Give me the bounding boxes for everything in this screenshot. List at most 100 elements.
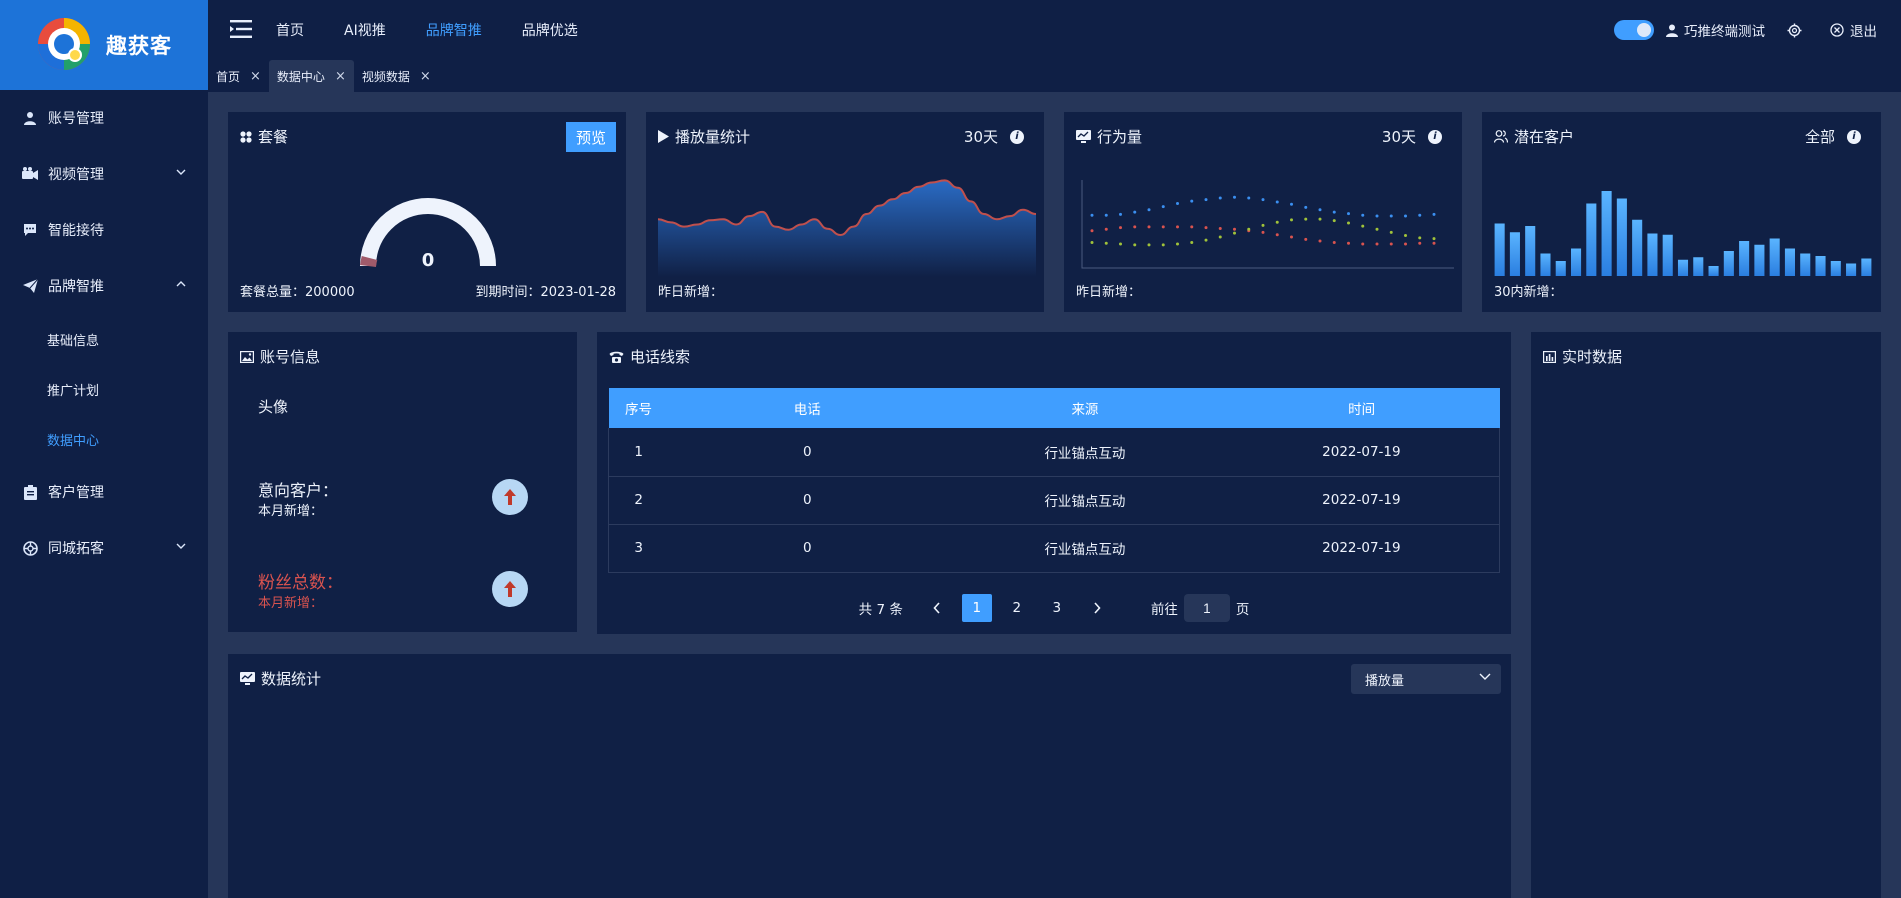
paper-plane-icon <box>22 278 38 294</box>
sidebar-item-reception[interactable]: 智能接待 <box>0 202 208 258</box>
metric-select[interactable]: 播放量 <box>1351 664 1501 694</box>
bar <box>1723 251 1734 276</box>
sidebar-item-local-expansion[interactable]: 同城拓客 <box>0 520 208 576</box>
cell: 0 <box>668 524 947 573</box>
sidebar-item-account[interactable]: 账号管理 <box>0 90 208 146</box>
cell: 行业锚点互动 <box>946 428 1224 477</box>
data-point <box>1119 226 1122 230</box>
prev-page-button[interactable] <box>922 594 952 622</box>
bar-chart-icon <box>1543 350 1556 363</box>
cell: 2022-07-19 <box>1223 524 1500 573</box>
nav-brand-push[interactable]: 品牌智推 <box>426 20 482 40</box>
column-header: 时间 <box>1223 388 1500 428</box>
theme-toggle[interactable] <box>1614 20 1654 40</box>
data-point <box>1133 243 1137 247</box>
page-3-button[interactable]: 3 <box>1042 594 1072 622</box>
gauge-value: 0 <box>422 250 435 268</box>
column-header: 序号 <box>608 388 669 428</box>
bar <box>1647 233 1658 276</box>
users-icon <box>1494 130 1508 143</box>
data-point <box>1190 199 1194 203</box>
sidebar-item-video[interactable]: 视频管理 <box>0 146 208 202</box>
sidebar-subitem-promotion-plan[interactable]: 推广计划 <box>0 364 208 414</box>
table-row[interactable]: 1 0 行业锚点互动 2022-07-19 <box>608 428 1500 477</box>
nav-brand-select[interactable]: 品牌优选 <box>522 20 578 40</box>
bar <box>1509 232 1520 276</box>
plays-foot: 昨日新增： <box>658 285 724 300</box>
sidebar-item-brand-push[interactable]: 品牌智推 <box>0 258 208 314</box>
data-point <box>1290 202 1293 206</box>
bar <box>1525 226 1536 276</box>
data-point <box>1347 212 1350 216</box>
user-menu[interactable]: 巧推终端测试 <box>1666 20 1765 40</box>
data-point <box>1119 242 1122 246</box>
data-point <box>1218 196 1222 200</box>
package-total: 套餐总量：200000 <box>240 285 355 300</box>
data-point <box>1361 242 1365 246</box>
fans-up-button[interactable] <box>492 571 528 607</box>
panel-title: 行为量 <box>1076 126 1142 147</box>
data-point <box>1389 230 1393 234</box>
tab-home[interactable]: 首页 × <box>208 60 269 92</box>
page-tabs: 首页 × 数据中心 × 视频数据 × <box>208 60 1901 92</box>
data-point <box>1361 213 1365 217</box>
period-selector[interactable]: 30天 i <box>964 126 1024 147</box>
page-1-button[interactable]: 1 <box>961 594 992 622</box>
sidebar-item-label: 账号管理 <box>48 111 104 127</box>
table-row[interactable]: 2 0 行业锚点互动 2022-07-19 <box>608 476 1500 525</box>
cell: 1 <box>608 428 669 477</box>
data-point <box>1104 213 1108 217</box>
cell: 行业锚点互动 <box>946 524 1224 573</box>
data-point <box>1247 196 1251 200</box>
logo[interactable]: 趣获客 <box>0 0 208 90</box>
column-header: 电话 <box>668 388 947 428</box>
info-icon[interactable]: i <box>1847 129 1861 144</box>
tab-data-center[interactable]: 数据中心 × <box>268 60 354 92</box>
data-point <box>1204 226 1208 230</box>
bar <box>1769 238 1780 276</box>
fans-label: 粉丝总数： <box>258 573 343 593</box>
nav-ai-video[interactable]: AI视推 <box>344 20 386 40</box>
intent-up-button[interactable] <box>492 479 528 515</box>
close-icon[interactable]: × <box>250 69 261 84</box>
info-icon[interactable]: i <box>1010 129 1024 144</box>
data-point <box>1161 205 1165 209</box>
arrow-up-icon <box>504 581 516 597</box>
info-icon[interactable]: i <box>1428 129 1442 144</box>
page-2-button[interactable]: 2 <box>1002 594 1032 622</box>
logout-button[interactable]: 退出 <box>1830 20 1877 40</box>
settings-button[interactable] <box>1787 23 1808 38</box>
sidebar-subitem-basic-info[interactable]: 基础信息 <box>0 314 208 364</box>
app-logo-icon <box>38 18 90 70</box>
sidebar-subitem-data-center[interactable]: 数据中心 <box>0 414 208 464</box>
app-root: 趣获客 账号管理 视频管理 智能接待 品牌智推 基础信息 推广计划 数据中心 客… <box>0 0 1901 898</box>
period-selector[interactable]: 全部 i <box>1805 126 1861 147</box>
tab-video-data[interactable]: 视频数据 × <box>354 60 439 92</box>
next-page-button[interactable] <box>1082 594 1112 622</box>
sidebar-item-customers[interactable]: 客户管理 <box>0 464 208 520</box>
period-selector[interactable]: 30天 i <box>1382 126 1442 147</box>
package-expire: 到期时间：2023-01-28 <box>475 285 616 300</box>
goto-page-input[interactable] <box>1183 594 1230 622</box>
bar <box>1570 248 1582 276</box>
data-point <box>1090 213 1094 217</box>
top-bar: 首页 AI视推 品牌智推 品牌优选 巧推终端测试 退出 <box>208 0 1901 60</box>
data-point <box>1176 242 1179 246</box>
data-point <box>1432 212 1436 216</box>
data-point <box>1261 230 1265 234</box>
cell: 0 <box>668 428 947 477</box>
data-point <box>1375 227 1379 231</box>
panel-title: 播放量统计 <box>658 126 750 147</box>
close-icon[interactable]: × <box>335 69 346 84</box>
sidebar-item-label: 品牌智推 <box>48 279 104 295</box>
close-icon[interactable]: × <box>420 69 431 84</box>
preview-button[interactable]: 预览 <box>566 122 616 152</box>
table-row[interactable]: 3 0 行业锚点互动 2022-07-19 <box>608 524 1500 573</box>
data-point <box>1304 237 1308 241</box>
bar <box>1601 191 1612 276</box>
arrow-up-icon <box>504 489 516 505</box>
nav-home[interactable]: 首页 <box>276 20 304 40</box>
menu-toggle-icon[interactable] <box>230 19 252 39</box>
package-gauge: 0 <box>360 198 496 268</box>
potential-bar-chart <box>1494 191 1872 276</box>
